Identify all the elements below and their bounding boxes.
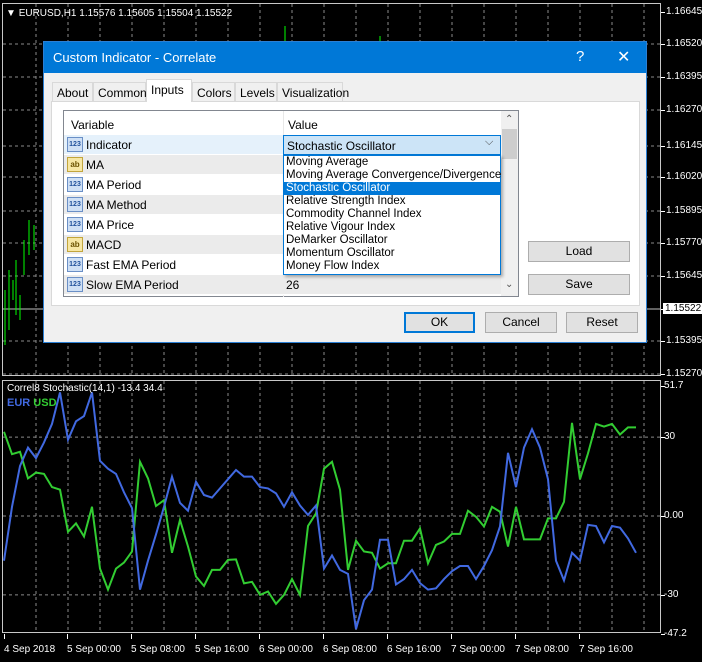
selected-value: Stochastic Oscillator	[287, 139, 396, 153]
time-label: 4 Sep 2018	[4, 644, 56, 655]
tab-inputs[interactable]: Inputs	[146, 79, 192, 102]
tab-colors[interactable]: Colors	[192, 82, 235, 101]
time-tick	[579, 634, 580, 639]
number-type-icon: 123	[67, 277, 83, 292]
time-label: 6 Sep 00:00	[259, 644, 313, 655]
time-tick	[323, 634, 324, 639]
time-label: 7 Sep 08:00	[515, 644, 569, 655]
dialog-title: Custom Indicator - Correlate	[53, 50, 217, 65]
column-header-value: Value	[288, 118, 318, 132]
time-tick	[4, 634, 5, 639]
table-row[interactable]: 123 Slow EMA Period 26	[64, 275, 501, 295]
variable-name: MA Method	[86, 198, 147, 212]
legend-usd: USD	[33, 397, 57, 409]
dropdown-option[interactable]: Moving Average Convergence/Divergence	[284, 169, 501, 182]
variable-name: Indicator	[86, 138, 133, 152]
indicator-value-select[interactable]: Stochastic Oscillator ⌵	[283, 135, 501, 155]
dropdown-option[interactable]: DeMarker Oscillator	[284, 234, 500, 247]
variable-name: Fast EMA Period	[86, 258, 177, 272]
time-label: 7 Sep 16:00	[579, 644, 633, 655]
column-header-variable: Variable	[71, 118, 115, 132]
number-type-icon: 123	[67, 137, 83, 152]
variable-name: MACD	[86, 238, 122, 252]
tab-levels[interactable]: Levels	[235, 82, 277, 101]
legend-eur: EUR	[7, 397, 31, 409]
scroll-down-icon[interactable]: ⌄	[505, 279, 513, 290]
dropdown-option[interactable]: Moving Average	[284, 156, 500, 169]
time-label: 6 Sep 16:00	[387, 644, 441, 655]
time-tick	[131, 634, 132, 639]
ok-button[interactable]: OK	[404, 312, 475, 333]
tab-about[interactable]: About	[52, 82, 93, 101]
number-type-icon: 123	[67, 257, 83, 272]
scale-label: -47.2	[664, 628, 687, 639]
scale-label: -30	[664, 589, 679, 600]
chevron-down-icon: ⌵	[485, 136, 494, 148]
time-tick	[451, 634, 452, 639]
time-tick	[67, 634, 68, 639]
custom-indicator-dialog: Custom Indicator - Correlate ? ✕ About C…	[43, 41, 647, 343]
dialog-titlebar[interactable]: Custom Indicator - Correlate ? ✕	[44, 42, 646, 73]
dropdown-option[interactable]: Relative Strength Index	[284, 195, 500, 208]
time-label: 5 Sep 00:00	[67, 644, 121, 655]
inputs-table: Variable Value 123 Indicator ab MA 123 MA Per…	[63, 110, 519, 297]
reset-button[interactable]: Reset	[566, 312, 638, 333]
variable-value[interactable]: 26	[286, 278, 299, 292]
help-icon[interactable]: ?	[576, 48, 584, 65]
dropdown-option[interactable]: Money Flow Index	[284, 260, 500, 273]
dropdown-option[interactable]: Commodity Channel Index	[284, 208, 500, 221]
string-type-icon: ab	[67, 237, 83, 252]
number-type-icon: 123	[67, 177, 83, 192]
variable-name: Slow EMA Period	[86, 278, 179, 292]
time-label: 5 Sep 16:00	[195, 644, 249, 655]
time-label: 5 Sep 08:00	[131, 644, 185, 655]
indicator-legend: EUR USD	[7, 397, 57, 409]
cancel-button[interactable]: Cancel	[485, 312, 557, 333]
time-tick	[259, 634, 260, 639]
time-tick	[387, 634, 388, 639]
dropdown-option[interactable]: Momentum Oscillator	[284, 247, 500, 260]
scroll-up-icon[interactable]: ⌃	[505, 114, 513, 125]
table-scrollbar[interactable]: ⌃ ⌄	[501, 111, 518, 296]
dropdown-option[interactable]: Stochastic Oscillator	[284, 182, 500, 195]
scale-label: 0.00	[664, 510, 684, 521]
load-button[interactable]: Load	[528, 241, 630, 262]
tab-visualization[interactable]: Visualization	[277, 82, 349, 101]
variable-name: MA Period	[86, 178, 142, 192]
indicator-dropdown-list: Moving Average Moving Average Convergence…	[283, 155, 501, 275]
save-button[interactable]: Save	[528, 274, 630, 295]
close-icon[interactable]: ✕	[617, 47, 630, 67]
scale-label: 30	[664, 431, 676, 442]
variable-name: MA	[86, 158, 104, 172]
tab-common[interactable]: Common	[93, 82, 147, 101]
number-type-icon: 123	[67, 217, 83, 232]
dropdown-option[interactable]: Relative Vigour Index	[284, 221, 500, 234]
number-type-icon: 123	[67, 197, 83, 212]
variable-name: MA Price	[86, 218, 135, 232]
scale-label: 51.7	[664, 380, 684, 391]
time-label: 7 Sep 00:00	[451, 644, 505, 655]
eur-series-line	[3, 392, 637, 630]
time-tick	[515, 634, 516, 639]
string-type-icon: ab	[67, 157, 83, 172]
time-label: 6 Sep 08:00	[323, 644, 377, 655]
time-tick	[195, 634, 196, 639]
indicator-header: Correl8 Stochastic(14,1) -13.4 34.4	[7, 383, 163, 394]
scrollbar-thumb[interactable]	[502, 129, 517, 159]
